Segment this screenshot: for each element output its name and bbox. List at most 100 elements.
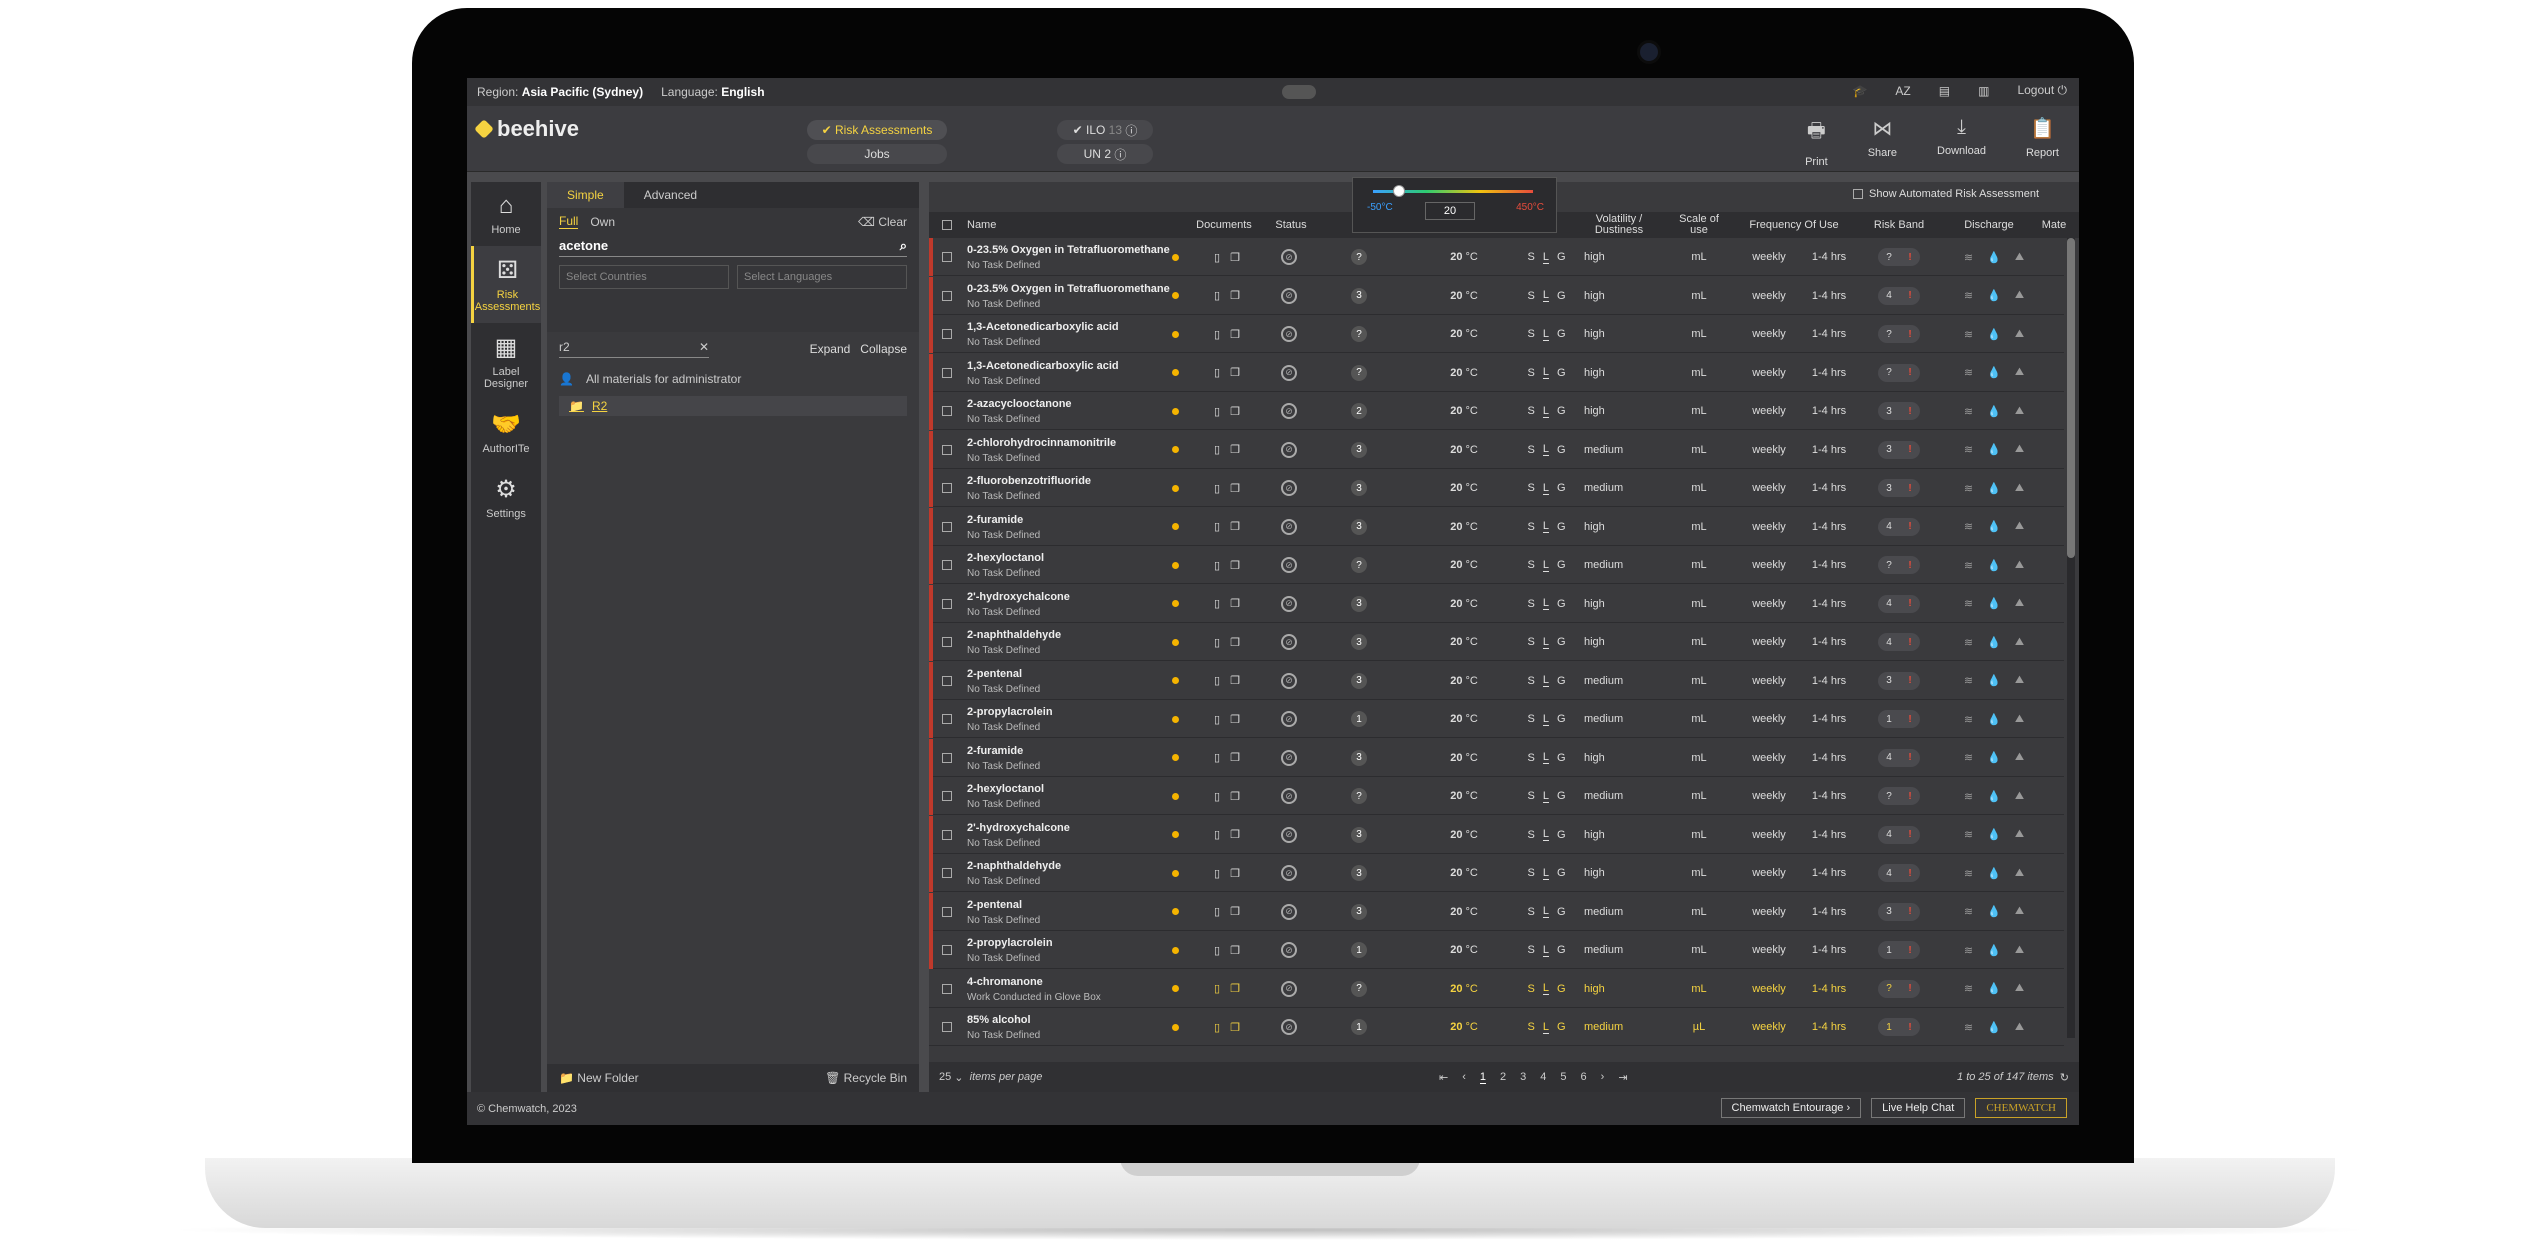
- state-liquid[interactable]: L: [1542, 482, 1549, 495]
- air-icon[interactable]: ≋: [1964, 443, 1973, 456]
- air-icon[interactable]: ≋: [1964, 405, 1973, 418]
- land-icon[interactable]: ⛰: [2015, 828, 2024, 841]
- state-gas[interactable]: G: [1557, 482, 1566, 494]
- temperature-value[interactable]: 20: [1450, 983, 1462, 995]
- state-liquid[interactable]: L: [1542, 713, 1549, 726]
- table-row[interactable]: 2-naphthaldehyde No Task Defined ▯ ❐ ⊘ 3 2…: [929, 623, 2064, 661]
- scale-value[interactable]: µL: [1669, 1008, 1729, 1046]
- water-drop-icon[interactable]: 💧: [1987, 674, 2001, 687]
- sds-icon[interactable]: ▯: [1214, 790, 1220, 803]
- risk-band[interactable]: 3!: [1878, 902, 1920, 921]
- show-automated-checkbox[interactable]: [1853, 189, 1864, 199]
- duration-value[interactable]: 1-4 hrs: [1799, 700, 1859, 738]
- risk-band[interactable]: 4!: [1878, 825, 1920, 844]
- frequency-value[interactable]: weekly: [1739, 315, 1799, 353]
- air-icon[interactable]: ≋: [1964, 905, 1973, 918]
- search-input[interactable]: acetone ⌕: [559, 235, 907, 257]
- ban-icon[interactable]: ⊘: [1281, 903, 1297, 920]
- state-gas[interactable]: G: [1557, 328, 1566, 340]
- frequency-value[interactable]: weekly: [1739, 546, 1799, 584]
- sds-icon[interactable]: ▯: [1214, 982, 1220, 995]
- water-drop-icon[interactable]: 💧: [1987, 482, 2001, 495]
- air-icon[interactable]: ≋: [1964, 251, 1973, 264]
- air-icon[interactable]: ≋: [1964, 674, 1973, 687]
- copy-icon[interactable]: ❐: [1230, 289, 1240, 302]
- state-liquid[interactable]: L: [1542, 867, 1549, 880]
- land-icon[interactable]: ⛰: [2015, 982, 2024, 995]
- page-5[interactable]: 5: [1560, 1071, 1566, 1084]
- temperature-value[interactable]: 20: [1450, 405, 1462, 417]
- material-name[interactable]: 2-naphthaldehyde: [967, 860, 1061, 872]
- state-gas[interactable]: G: [1557, 829, 1566, 841]
- graduation-cap-icon[interactable]: 🎓: [1852, 84, 1867, 98]
- copy-icon[interactable]: ❐: [1230, 443, 1240, 456]
- copy-icon[interactable]: ❐: [1230, 674, 1240, 687]
- grid-scrollbar[interactable]: [2067, 238, 2075, 1038]
- water-drop-icon[interactable]: 💧: [1987, 443, 2001, 456]
- state-solid[interactable]: S: [1527, 251, 1534, 263]
- temperature-value[interactable]: 20: [1450, 713, 1462, 725]
- water-drop-icon[interactable]: 💧: [1987, 597, 2001, 610]
- last-page-icon[interactable]: ⇥: [1618, 1071, 1627, 1084]
- row-name-cell[interactable]: 1,3-Acetonedicarboxylic acid No Task Defi…: [967, 354, 1187, 392]
- state-solid[interactable]: S: [1527, 405, 1534, 417]
- new-folder-button[interactable]: 📁 New Folder: [559, 1071, 639, 1085]
- prev-page-icon[interactable]: ‹: [1462, 1071, 1466, 1084]
- frequency-value[interactable]: weekly: [1739, 431, 1799, 469]
- select-countries[interactable]: Select Countries: [559, 265, 729, 289]
- state-gas[interactable]: G: [1557, 290, 1566, 302]
- state-liquid[interactable]: L: [1542, 251, 1549, 264]
- duration-value[interactable]: 1-4 hrs: [1799, 816, 1859, 854]
- volatility-value[interactable]: high: [1584, 623, 1664, 661]
- sds-icon[interactable]: ▯: [1214, 559, 1220, 572]
- copy-icon[interactable]: ❐: [1230, 559, 1240, 572]
- volatility-value[interactable]: medium: [1584, 893, 1664, 931]
- water-drop-icon[interactable]: 💧: [1987, 713, 2001, 726]
- water-drop-icon[interactable]: 💧: [1987, 790, 2001, 803]
- state-solid[interactable]: S: [1527, 598, 1534, 610]
- air-icon[interactable]: ≋: [1964, 790, 1973, 803]
- state-liquid[interactable]: L: [1542, 1021, 1549, 1034]
- frequency-value[interactable]: weekly: [1739, 931, 1799, 969]
- nav-label-designer[interactable]: ▦ Label Designer: [471, 323, 541, 400]
- air-icon[interactable]: ≋: [1964, 366, 1973, 379]
- table-row[interactable]: 2-naphthaldehyde No Task Defined ▯ ❐ ⊘ 3 2…: [929, 854, 2064, 892]
- land-icon[interactable]: ⛰: [2015, 790, 2024, 803]
- table-row[interactable]: 2-propylacrolein No Task Defined ▯ ❐ ⊘ 1 2…: [929, 700, 2064, 738]
- risk-band[interactable]: 3!: [1878, 402, 1920, 420]
- next-page-icon[interactable]: ›: [1601, 1071, 1605, 1084]
- un-filter[interactable]: UN 2 ⓘ: [1057, 144, 1153, 164]
- row-checkbox[interactable]: [942, 483, 952, 493]
- copy-icon[interactable]: ❐: [1230, 982, 1240, 995]
- state-gas[interactable]: G: [1557, 906, 1566, 918]
- state-liquid[interactable]: L: [1542, 905, 1549, 918]
- material-name[interactable]: 2-pentenal: [967, 668, 1022, 680]
- table-row[interactable]: 1,3-Acetonedicarboxylic acid No Task Defi…: [929, 315, 2064, 353]
- material-name[interactable]: 2-propylacrolein: [967, 937, 1053, 949]
- close-icon[interactable]: ✕: [699, 340, 709, 357]
- duration-value[interactable]: 1-4 hrs: [1799, 662, 1859, 700]
- frequency-value[interactable]: weekly: [1739, 662, 1799, 700]
- ban-icon[interactable]: ⊘: [1281, 364, 1297, 381]
- water-drop-icon[interactable]: 💧: [1987, 944, 2001, 957]
- duration-value[interactable]: 1-4 hrs: [1799, 777, 1859, 815]
- volatility-value[interactable]: medium: [1584, 469, 1664, 507]
- sds-icon[interactable]: ▯: [1214, 713, 1220, 726]
- sds-icon[interactable]: ▯: [1214, 1021, 1220, 1034]
- land-icon[interactable]: ⛰: [2015, 867, 2024, 880]
- state-solid[interactable]: S: [1527, 367, 1534, 379]
- row-name-cell[interactable]: 4-chromanone Work Conducted in Glove Box: [967, 970, 1187, 1008]
- state-gas[interactable]: G: [1557, 521, 1566, 533]
- sds-icon[interactable]: ▯: [1214, 828, 1220, 841]
- sds-icon[interactable]: ▯: [1214, 520, 1220, 533]
- material-name[interactable]: 1,3-Acetonedicarboxylic acid: [967, 360, 1119, 372]
- material-name[interactable]: 0-23.5% Oxygen in Tetrafluoromethane: [967, 244, 1170, 256]
- row-checkbox[interactable]: [942, 521, 952, 532]
- duration-value[interactable]: 1-4 hrs: [1799, 392, 1859, 430]
- water-drop-icon[interactable]: 💧: [1987, 366, 2001, 379]
- filter-own[interactable]: Own: [590, 215, 615, 229]
- scale-value[interactable]: mL: [1669, 931, 1729, 969]
- sds-icon[interactable]: ▯: [1214, 443, 1220, 456]
- col-discharge[interactable]: Discharge: [1949, 212, 2029, 238]
- row-checkbox[interactable]: [942, 1022, 952, 1032]
